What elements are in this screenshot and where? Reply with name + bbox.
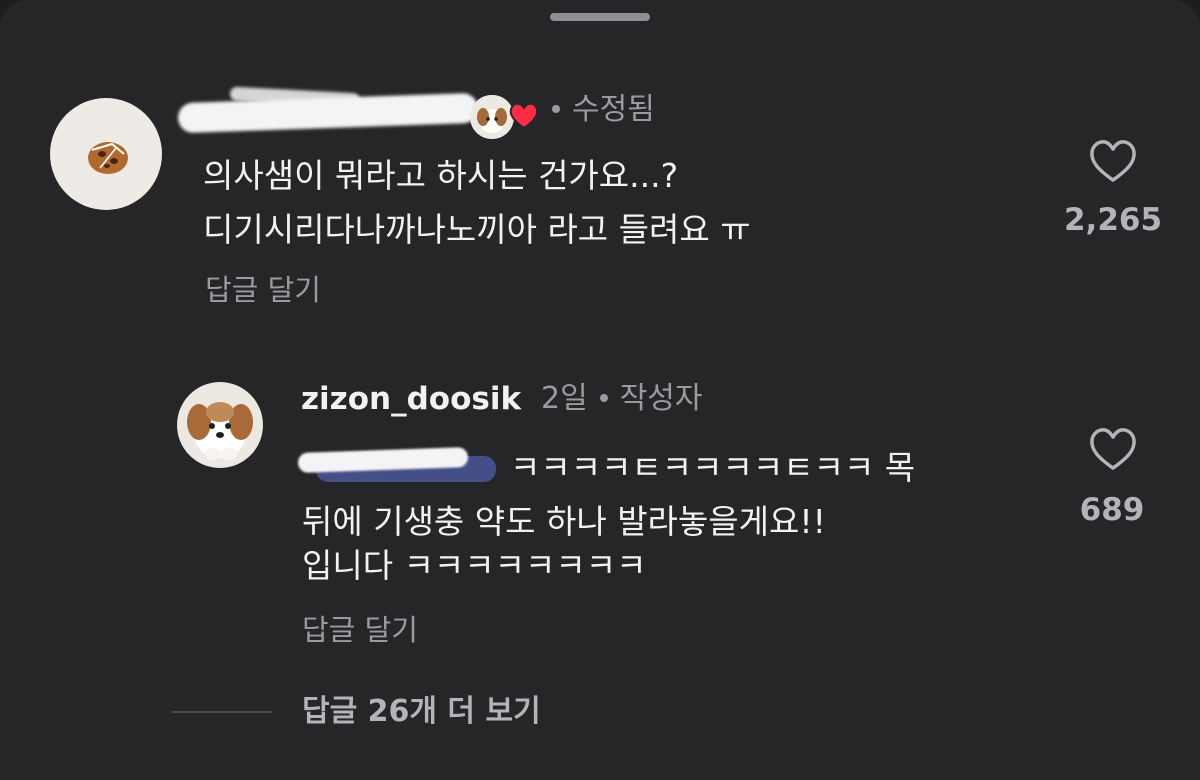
reply-username[interactable]: zizon_doosik — [301, 381, 521, 417]
heart-badge-icon — [509, 102, 539, 130]
comment-text-line-1: 의사샘이 뭐라고 하시는 건가요...? — [203, 156, 679, 195]
reply-text-line-2: 뒤에 기생충 약도 하나 발라놓을게요!! — [302, 502, 826, 541]
comment-text-line-2: 디기시리다나까나노끼아 라고 들려요 ㅠ — [203, 210, 751, 249]
reply-text-line-3: 입니다 ㅋㅋㅋㅋㅋㅋㅋㅋ — [302, 546, 647, 585]
redacted-mention[interactable] — [297, 446, 510, 490]
reply-like-count: 689 — [1079, 492, 1145, 528]
author-badge-label: 작성자 — [619, 381, 703, 416]
reply-text-line-1: ㅋㅋㅋㅋㅌㅋㅋㅋㅋㅌㅋㅋ 목 — [297, 446, 916, 490]
commenter-avatar[interactable] — [50, 98, 162, 210]
comment-meta: 수정됨 — [540, 92, 655, 128]
separator-dot — [552, 104, 560, 113]
view-more-replies-button[interactable]: 답글 26개 더 보기 — [302, 694, 541, 730]
heart-outline-icon[interactable] — [1088, 138, 1138, 184]
reply-button[interactable]: 답글 달기 — [205, 272, 321, 308]
reply-author-avatar[interactable] — [177, 382, 263, 468]
more-replies-divider — [172, 711, 272, 713]
comments-sheet: 수정됨 의사샘이 뭐라고 하시는 건가요...? 디기시리다나까나노끼아 라고 … — [0, 0, 1200, 780]
separator-dot — [599, 393, 608, 402]
edited-label: 수정됨 — [572, 92, 655, 127]
reply-time: 2일 — [541, 381, 588, 416]
sheet-grabber-handle[interactable] — [550, 13, 650, 21]
reply-meta: 2일 작성자 — [541, 381, 703, 417]
reply-text-line-1-rest: ㅋㅋㅋㅋㅌㅋㅋㅋㅋㅌㅋㅋ 목 — [510, 448, 916, 487]
comment-like-count: 2,265 — [1063, 202, 1163, 238]
reply-reply-button[interactable]: 답글 달기 — [302, 612, 418, 648]
heart-outline-icon[interactable] — [1088, 426, 1138, 472]
